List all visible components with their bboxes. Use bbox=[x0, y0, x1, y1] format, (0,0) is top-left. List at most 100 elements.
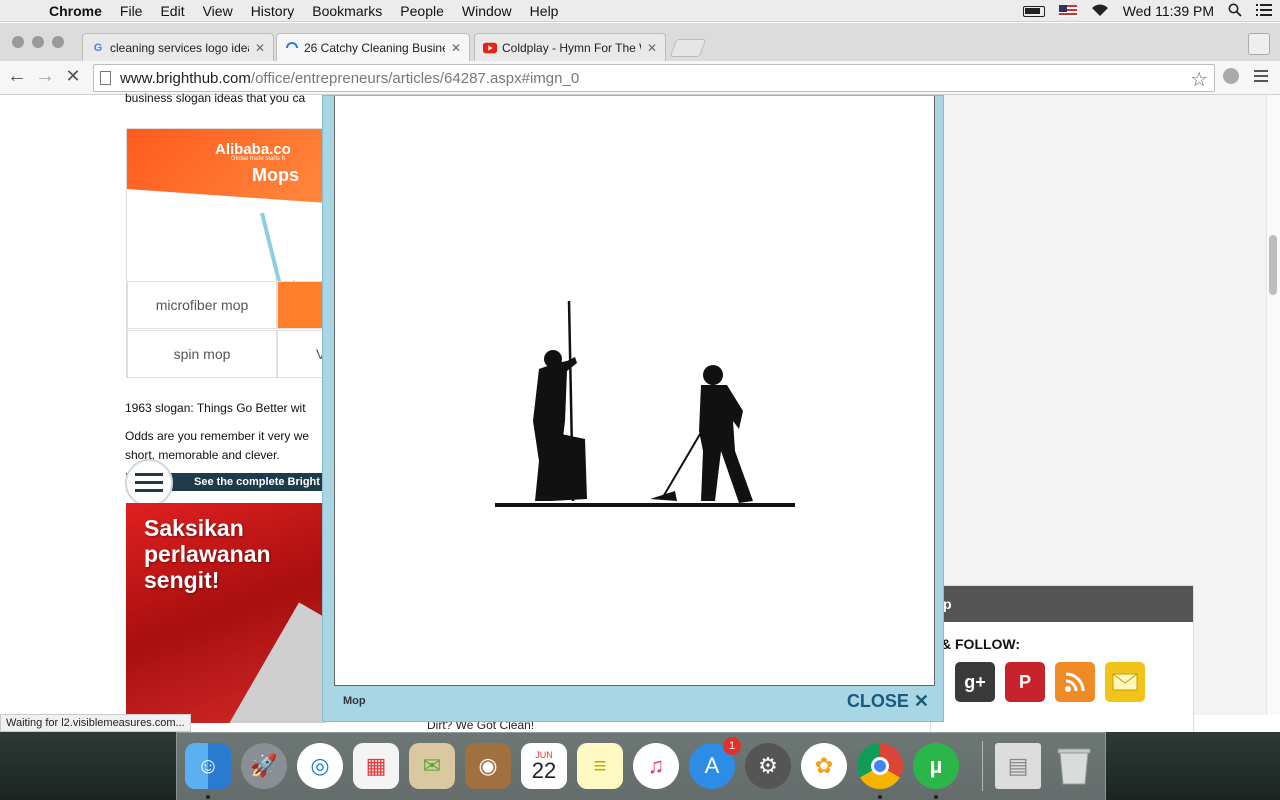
email-icon[interactable] bbox=[1105, 662, 1145, 702]
menu-file[interactable]: File bbox=[111, 3, 152, 19]
chrome-menu-icon[interactable] bbox=[1254, 67, 1268, 88]
ad-cell-microfiber-mop[interactable]: microfiber mop bbox=[127, 281, 277, 329]
ad-cell-spin-mop[interactable]: spin mop bbox=[127, 330, 277, 377]
stop-loading-icon[interactable]: ✕ bbox=[62, 66, 84, 87]
window-zoom-button[interactable] bbox=[52, 36, 64, 48]
google-plus-icon[interactable]: g+ bbox=[955, 662, 995, 702]
app-store-badge: 1 bbox=[723, 737, 741, 755]
loading-icon bbox=[285, 41, 299, 55]
running-indicator bbox=[206, 795, 210, 799]
safari-icon[interactable]: ◎ bbox=[297, 743, 343, 789]
lightbox-caption: Mop bbox=[343, 695, 366, 707]
running-indicator bbox=[878, 795, 882, 799]
menu-view[interactable]: View bbox=[194, 3, 242, 19]
system-preferences-icon[interactable]: ⚙ bbox=[745, 743, 791, 789]
page-info-icon[interactable] bbox=[100, 71, 111, 85]
menu-window[interactable]: Window bbox=[453, 3, 521, 19]
ad-cell-v[interactable]: V bbox=[277, 330, 325, 377]
list-lines bbox=[135, 473, 163, 493]
notes-icon[interactable]: ≡ bbox=[577, 743, 623, 789]
tab-title: 26 Catchy Cleaning Busine bbox=[304, 41, 445, 55]
follow-box-header: p bbox=[931, 586, 1193, 622]
menu-bookmarks[interactable]: Bookmarks bbox=[303, 3, 391, 19]
youtube-icon bbox=[483, 41, 497, 55]
tab-close-icon[interactable]: ✕ bbox=[647, 41, 657, 55]
calendar-icon[interactable]: JUN 22 bbox=[521, 743, 567, 789]
app-store-icon[interactable]: A1 bbox=[689, 737, 741, 789]
browser-tab-strip: G cleaning services logo idea ✕ 26 Catch… bbox=[0, 23, 1280, 62]
contacts-icon[interactable]: ◉ bbox=[465, 743, 511, 789]
browser-toolbar: ← → ✕ www.brighthub.com/office/entrepren… bbox=[0, 61, 1280, 95]
pinterest-icon[interactable]: P bbox=[1005, 662, 1045, 702]
tab-catchy-cleaning[interactable]: 26 Catchy Cleaning Busine ✕ bbox=[276, 33, 470, 62]
menu-clock[interactable]: Wed 11:39 PM bbox=[1123, 3, 1214, 19]
browser-status-bar: Waiting for l2.visiblemeasures.com... bbox=[0, 714, 191, 732]
follow-label: & FOLLOW: bbox=[941, 636, 1021, 652]
calendar-day: 22 bbox=[531, 757, 557, 783]
address-bar[interactable]: www.brighthub.com/office/entrepreneurs/a… bbox=[93, 64, 1215, 92]
url-host: www.brighthub.com bbox=[120, 69, 251, 87]
tab-cleaning-logo[interactable]: G cleaning services logo idea ✕ bbox=[82, 33, 274, 61]
battery-icon[interactable] bbox=[1022, 5, 1045, 17]
utorrent-icon[interactable]: µ bbox=[913, 743, 959, 789]
documents-stack-icon[interactable]: ▤ bbox=[995, 743, 1041, 789]
tab-title: cleaning services logo idea bbox=[110, 40, 249, 55]
table-of-contents-icon[interactable] bbox=[125, 459, 173, 507]
ad-banner-wedge bbox=[127, 189, 325, 265]
chrome-icon[interactable] bbox=[857, 743, 903, 789]
alibaba-tagline: Global trade starts h bbox=[231, 156, 286, 162]
lightbox-image-frame bbox=[334, 96, 935, 686]
menu-history[interactable]: History bbox=[242, 3, 304, 19]
ad-heading: Mops bbox=[252, 165, 299, 185]
launchpad-icon[interactable]: 🚀 bbox=[241, 743, 287, 789]
app-grid-icon[interactable]: ▦ bbox=[353, 743, 399, 789]
macos-menu-bar: Chrome File Edit View History Bookmarks … bbox=[0, 0, 1280, 22]
slogan-text: 1963 slogan: Things Go Better wit bbox=[125, 401, 306, 415]
spotlight-search-icon[interactable] bbox=[1228, 3, 1242, 20]
menu-app-name[interactable]: Chrome bbox=[40, 3, 111, 19]
paragraph-line: Odds are you remember it very we bbox=[125, 429, 310, 443]
url-path: /office/entrepreneurs/articles/64287.asp… bbox=[250, 69, 580, 87]
cleaners-silhouette-image bbox=[495, 301, 795, 507]
back-arrow-icon[interactable]: ← bbox=[6, 65, 28, 88]
globe-extension-icon[interactable] bbox=[1222, 67, 1240, 90]
scrollbar-thumb[interactable] bbox=[1269, 235, 1277, 295]
page-scrollbar[interactable] bbox=[1266, 95, 1280, 715]
ad-gray-shape bbox=[229, 602, 326, 723]
profile-icon[interactable] bbox=[1248, 33, 1270, 55]
running-indicator bbox=[934, 795, 938, 799]
forward-arrow-icon[interactable]: → bbox=[34, 65, 56, 88]
new-tab-button[interactable] bbox=[669, 39, 707, 57]
follow-box: p & FOLLOW: g+ P bbox=[930, 585, 1194, 735]
photos-icon[interactable]: ✿ bbox=[801, 743, 847, 789]
tab-coldplay[interactable]: Coldplay - Hymn For The W ✕ bbox=[474, 33, 666, 61]
red-banner-ad[interactable]: Saksikan perlawanan sengit! bbox=[126, 503, 326, 723]
wifi-icon[interactable] bbox=[1091, 3, 1109, 20]
menu-edit[interactable]: Edit bbox=[151, 3, 193, 19]
finder-icon[interactable]: ☺ bbox=[185, 743, 231, 789]
bookmark-star-icon[interactable]: ☆ bbox=[1190, 67, 1208, 92]
ad-red-text: Saksikan perlawanan sengit! bbox=[144, 515, 271, 593]
window-close-button[interactable] bbox=[12, 36, 24, 48]
macos-dock: ☺ 🚀 ◎ ▦ ✉ ◉ JUN 22 ≡ ♫ A1 ⚙ ✿ µ ▤ bbox=[176, 732, 1106, 800]
menu-people[interactable]: People bbox=[391, 3, 453, 19]
chrome-center bbox=[871, 757, 889, 775]
itunes-icon[interactable]: ♫ bbox=[633, 743, 679, 789]
lightbox-close-button[interactable]: CLOSE ✕ bbox=[847, 691, 929, 712]
tab-close-icon[interactable]: ✕ bbox=[451, 41, 461, 55]
tab-title: Coldplay - Hymn For The W bbox=[502, 40, 641, 55]
article-text: business slogan ideas that you ca bbox=[125, 91, 306, 105]
alibaba-ad[interactable]: Alibaba.co Global trade starts h Mops mi… bbox=[126, 128, 326, 378]
trash-icon[interactable] bbox=[1051, 743, 1097, 789]
rss-icon[interactable] bbox=[1055, 662, 1095, 702]
tab-close-icon[interactable]: ✕ bbox=[255, 41, 265, 55]
notification-center-icon[interactable] bbox=[1256, 3, 1272, 19]
dock-separator bbox=[982, 741, 983, 791]
image-lightbox: Mop CLOSE ✕ bbox=[322, 95, 944, 722]
google-icon: G bbox=[93, 41, 103, 54]
menu-help[interactable]: Help bbox=[521, 3, 568, 19]
window-minimize-button[interactable] bbox=[32, 36, 44, 48]
mail-stamp-icon[interactable]: ✉ bbox=[409, 743, 455, 789]
ad-cell-highlight[interactable] bbox=[277, 281, 325, 329]
input-source-flag-icon[interactable] bbox=[1058, 5, 1077, 17]
